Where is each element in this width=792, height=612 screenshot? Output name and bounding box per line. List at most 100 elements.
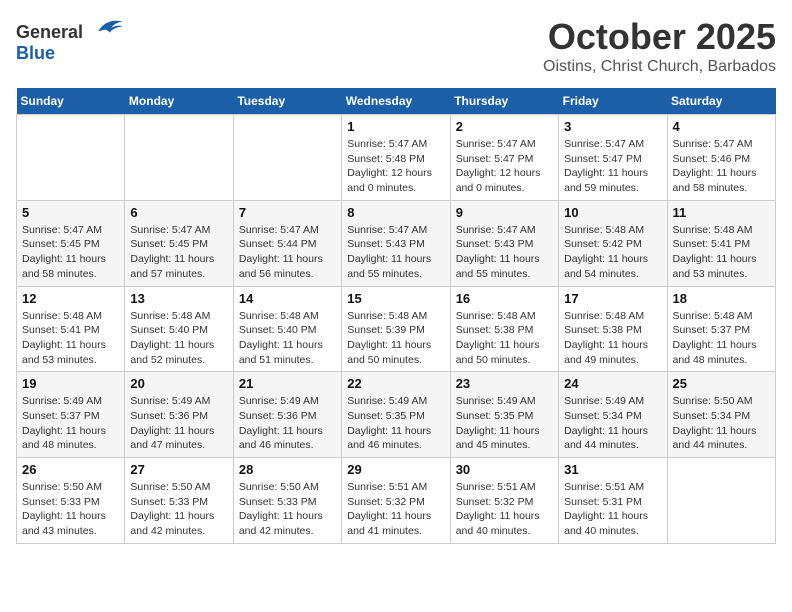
calendar-week-row: 5 Sunrise: 5:47 AM Sunset: 5:45 PM Daylig… (17, 200, 776, 286)
calendar-header-wednesday: Wednesday (342, 88, 450, 115)
calendar-week-row: 12 Sunrise: 5:48 AM Sunset: 5:41 PM Dayli… (17, 286, 776, 372)
calendar-cell: 17 Sunrise: 5:48 AM Sunset: 5:38 PM Dayli… (559, 286, 667, 372)
day-info: Sunrise: 5:47 AM Sunset: 5:48 PM Dayligh… (347, 137, 444, 196)
calendar-cell: 19Sunrise: 5:49 AM Sunset: 5:37 PM Dayli… (17, 372, 125, 458)
calendar-cell: 15Sunrise: 5:48 AM Sunset: 5:39 PM Dayli… (342, 286, 450, 372)
logo-bird-icon (92, 16, 124, 38)
calendar-cell: 10 Sunrise: 5:48 AM Sunset: 5:42 PM Dayli… (559, 200, 667, 286)
day-info: Sunrise: 5:47 AM Sunset: 5:46 PM Dayligh… (673, 137, 770, 196)
calendar-cell: 3 Sunrise: 5:47 AM Sunset: 5:47 PM Daylig… (559, 115, 667, 201)
calendar-cell: 20Sunrise: 5:49 AM Sunset: 5:36 PM Dayli… (125, 372, 233, 458)
day-info: Sunrise: 5:50 AM Sunset: 5:33 PM Dayligh… (22, 480, 119, 539)
day-number: 25 (673, 376, 770, 391)
day-number: 11 (673, 205, 770, 220)
day-info: Sunrise: 5:48 AM Sunset: 5:40 PM Dayligh… (130, 309, 227, 368)
calendar-cell: 29 Sunrise: 5:51 AM Sunset: 5:32 PM Dayli… (342, 458, 450, 544)
day-number: 21 (239, 376, 336, 391)
day-number: 28 (239, 462, 336, 477)
calendar-cell (667, 458, 775, 544)
calendar-cell: 8 Sunrise: 5:47 AM Sunset: 5:43 PM Daylig… (342, 200, 450, 286)
calendar-cell (17, 115, 125, 201)
calendar-header-tuesday: Tuesday (233, 88, 341, 115)
calendar-cell (125, 115, 233, 201)
calendar-header-thursday: Thursday (450, 88, 558, 115)
calendar-cell: 11 Sunrise: 5:48 AM Sunset: 5:41 PM Dayli… (667, 200, 775, 286)
day-number: 9 (456, 205, 553, 220)
logo-general-text: General (16, 22, 83, 42)
day-number: 31 (564, 462, 661, 477)
calendar-cell: 30Sunrise: 5:51 AM Sunset: 5:32 PM Dayli… (450, 458, 558, 544)
calendar-cell: 6Sunrise: 5:47 AM Sunset: 5:45 PM Daylig… (125, 200, 233, 286)
calendar-cell: 9 Sunrise: 5:47 AM Sunset: 5:43 PM Daylig… (450, 200, 558, 286)
calendar-cell: 18 Sunrise: 5:48 AM Sunset: 5:37 PM Dayli… (667, 286, 775, 372)
location-title: Oistins, Christ Church, Barbados (543, 58, 776, 76)
calendar-table: SundayMondayTuesdayWednesdayThursdayFrid… (16, 88, 776, 544)
page-header: General Blue October 2025 Oistins, Chris… (16, 16, 776, 76)
day-info: Sunrise: 5:48 AM Sunset: 5:40 PM Dayligh… (239, 309, 336, 368)
month-title: October 2025 (543, 16, 776, 58)
day-info: Sunrise: 5:47 AM Sunset: 5:43 PM Dayligh… (347, 223, 444, 282)
day-info: Sunrise: 5:47 AM Sunset: 5:47 PM Dayligh… (564, 137, 661, 196)
day-number: 26 (22, 462, 119, 477)
title-block: October 2025 Oistins, Christ Church, Bar… (543, 16, 776, 76)
day-info: Sunrise: 5:48 AM Sunset: 5:41 PM Dayligh… (22, 309, 119, 368)
day-info: Sunrise: 5:47 AM Sunset: 5:43 PM Dayligh… (456, 223, 553, 282)
day-number: 10 (564, 205, 661, 220)
day-info: Sunrise: 5:48 AM Sunset: 5:37 PM Dayligh… (673, 309, 770, 368)
day-number: 7 (239, 205, 336, 220)
day-info: Sunrise: 5:50 AM Sunset: 5:33 PM Dayligh… (130, 480, 227, 539)
calendar-cell: 1 Sunrise: 5:47 AM Sunset: 5:48 PM Daylig… (342, 115, 450, 201)
day-number: 12 (22, 291, 119, 306)
day-info: Sunrise: 5:49 AM Sunset: 5:35 PM Dayligh… (347, 394, 444, 453)
day-number: 29 (347, 462, 444, 477)
calendar-cell: 26 Sunrise: 5:50 AM Sunset: 5:33 PM Dayli… (17, 458, 125, 544)
calendar-cell: 16Sunrise: 5:48 AM Sunset: 5:38 PM Dayli… (450, 286, 558, 372)
calendar-cell: 7 Sunrise: 5:47 AM Sunset: 5:44 PM Daylig… (233, 200, 341, 286)
calendar-cell: 22Sunrise: 5:49 AM Sunset: 5:35 PM Dayli… (342, 372, 450, 458)
calendar-cell: 4Sunrise: 5:47 AM Sunset: 5:46 PM Daylig… (667, 115, 775, 201)
day-number: 13 (130, 291, 227, 306)
day-info: Sunrise: 5:48 AM Sunset: 5:39 PM Dayligh… (347, 309, 444, 368)
day-info: Sunrise: 5:50 AM Sunset: 5:34 PM Dayligh… (673, 394, 770, 453)
day-number: 17 (564, 291, 661, 306)
calendar-cell: 2 Sunrise: 5:47 AM Sunset: 5:47 PM Daylig… (450, 115, 558, 201)
day-number: 1 (347, 119, 444, 134)
day-number: 2 (456, 119, 553, 134)
day-number: 20 (130, 376, 227, 391)
calendar-cell (233, 115, 341, 201)
calendar-week-row: 1 Sunrise: 5:47 AM Sunset: 5:48 PM Daylig… (17, 115, 776, 201)
day-info: Sunrise: 5:51 AM Sunset: 5:32 PM Dayligh… (347, 480, 444, 539)
day-number: 3 (564, 119, 661, 134)
day-info: Sunrise: 5:51 AM Sunset: 5:32 PM Dayligh… (456, 480, 553, 539)
day-info: Sunrise: 5:49 AM Sunset: 5:35 PM Dayligh… (456, 394, 553, 453)
day-number: 16 (456, 291, 553, 306)
day-info: Sunrise: 5:47 AM Sunset: 5:45 PM Dayligh… (22, 223, 119, 282)
day-info: Sunrise: 5:47 AM Sunset: 5:44 PM Dayligh… (239, 223, 336, 282)
calendar-header-friday: Friday (559, 88, 667, 115)
day-number: 27 (130, 462, 227, 477)
day-info: Sunrise: 5:51 AM Sunset: 5:31 PM Dayligh… (564, 480, 661, 539)
day-info: Sunrise: 5:49 AM Sunset: 5:36 PM Dayligh… (239, 394, 336, 453)
day-info: Sunrise: 5:48 AM Sunset: 5:41 PM Dayligh… (673, 223, 770, 282)
calendar-cell: 5 Sunrise: 5:47 AM Sunset: 5:45 PM Daylig… (17, 200, 125, 286)
day-number: 14 (239, 291, 336, 306)
day-info: Sunrise: 5:47 AM Sunset: 5:47 PM Dayligh… (456, 137, 553, 196)
calendar-cell: 21 Sunrise: 5:49 AM Sunset: 5:36 PM Dayli… (233, 372, 341, 458)
calendar-cell: 24Sunrise: 5:49 AM Sunset: 5:34 PM Dayli… (559, 372, 667, 458)
day-number: 5 (22, 205, 119, 220)
calendar-cell: 13 Sunrise: 5:48 AM Sunset: 5:40 PM Dayli… (125, 286, 233, 372)
calendar-cell: 28Sunrise: 5:50 AM Sunset: 5:33 PM Dayli… (233, 458, 341, 544)
day-info: Sunrise: 5:47 AM Sunset: 5:45 PM Dayligh… (130, 223, 227, 282)
calendar-cell: 25 Sunrise: 5:50 AM Sunset: 5:34 PM Dayli… (667, 372, 775, 458)
day-number: 18 (673, 291, 770, 306)
day-number: 23 (456, 376, 553, 391)
day-number: 19 (22, 376, 119, 391)
calendar-cell: 27 Sunrise: 5:50 AM Sunset: 5:33 PM Dayli… (125, 458, 233, 544)
calendar-header-row: SundayMondayTuesdayWednesdayThursdayFrid… (17, 88, 776, 115)
calendar-cell: 12 Sunrise: 5:48 AM Sunset: 5:41 PM Dayli… (17, 286, 125, 372)
logo-blue-text: Blue (16, 43, 55, 64)
calendar-cell: 14 Sunrise: 5:48 AM Sunset: 5:40 PM Dayli… (233, 286, 341, 372)
day-info: Sunrise: 5:48 AM Sunset: 5:42 PM Dayligh… (564, 223, 661, 282)
day-number: 8 (347, 205, 444, 220)
day-info: Sunrise: 5:48 AM Sunset: 5:38 PM Dayligh… (564, 309, 661, 368)
